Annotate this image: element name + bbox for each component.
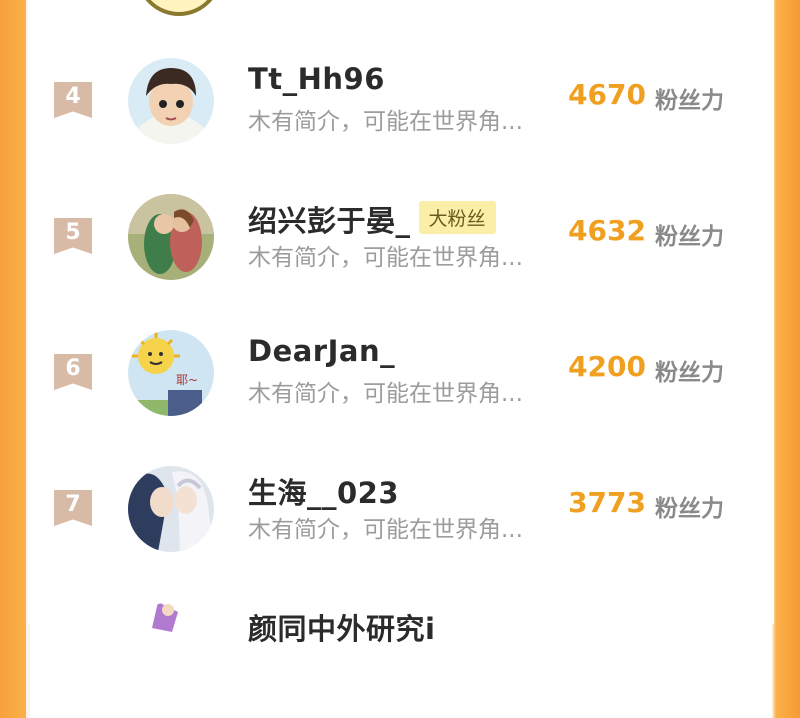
list-item[interactable]: 7 生海__023 木有简介，可能在世界角... 3773 粉丝力	[28, 466, 774, 582]
user-name[interactable]: DearJan_	[248, 334, 395, 368]
fans-label: 粉丝力	[655, 224, 724, 250]
big-fan-badge: 大粉丝	[418, 201, 496, 234]
fans-count: 4670	[568, 78, 646, 111]
rank-badge: 5	[54, 218, 92, 254]
user-name[interactable]: 生海__023	[248, 470, 399, 512]
svg-text:耶~: 耶~	[176, 373, 198, 387]
user-avatar[interactable]	[128, 194, 214, 280]
user-avatar[interactable]	[128, 58, 214, 144]
fans-label: 粉丝力	[655, 496, 724, 522]
user-avatar[interactable]	[128, 466, 214, 552]
fans-count: 3773	[568, 486, 646, 519]
rank-badge: 4	[54, 82, 92, 118]
fans-label: 粉丝力	[655, 88, 724, 114]
list-item[interactable]: 颜同中外研究i	[28, 602, 774, 718]
rank-badge: 7	[54, 490, 92, 526]
user-bio: 木有简介，可能在世界角...	[248, 517, 523, 543]
user-name[interactable]: Tt_Hh96	[248, 62, 385, 96]
fans-count: 4632	[568, 214, 646, 247]
rank-badge: 6	[54, 354, 92, 390]
ranking-card: 4 Tt_Hh96 木有简介，可能在世界角... 4670 粉丝力 5 绍兴彭于…	[28, 0, 774, 688]
user-name-text[interactable]: 绍兴彭于晏_	[248, 204, 411, 238]
user-name[interactable]: 绍兴彭于晏_ 大粉丝	[248, 198, 496, 240]
list-item[interactable]: 6 耶~ DearJan_ 木有简介，可能在世界角... 4200 粉丝力	[28, 330, 774, 446]
user-avatar[interactable]: 耶~	[128, 330, 214, 416]
list-item[interactable]: 5 绍兴彭于晏_ 大粉丝 木有简介，可能在世界角... 4632 粉丝力	[28, 194, 774, 310]
fans-label: 粉丝力	[655, 360, 724, 386]
user-bio: 木有简介，可能在世界角...	[248, 245, 523, 271]
fans-count: 4200	[568, 350, 646, 383]
list-item[interactable]: 4 Tt_Hh96 木有简介，可能在世界角... 4670 粉丝力	[28, 58, 774, 174]
user-name[interactable]: 颜同中外研究i	[248, 606, 435, 648]
user-bio: 木有简介，可能在世界角...	[248, 109, 523, 135]
user-bio: 木有简介，可能在世界角...	[248, 381, 523, 407]
rank-3-avatar-partial[interactable]	[136, 0, 222, 16]
user-avatar[interactable]	[128, 602, 214, 688]
